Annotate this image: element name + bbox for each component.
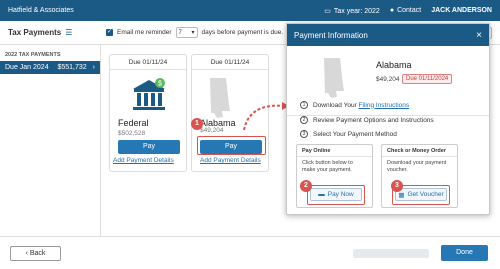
modal-amount: $49,204 — [376, 76, 400, 83]
step-text-prefix: Download Your — [313, 101, 359, 109]
alabama-map-icon — [210, 78, 230, 118]
chevron-down-icon: ▾ — [191, 30, 195, 36]
step-download-instructions: 1 Download Your Filing Instructions — [300, 101, 409, 109]
back-label: Back — [29, 250, 46, 257]
svg-text:$: $ — [158, 81, 162, 88]
email-reminder: ✓ Email me reminder 7 ▾ days before payme… — [106, 27, 283, 38]
tax-year-selector[interactable]: ▭ Tax year: 2022 — [324, 7, 380, 15]
option-description: Click button below to make your payment. — [302, 160, 353, 173]
contact-link[interactable]: ● Contact — [390, 7, 421, 14]
reminder-label: Email me reminder — [117, 29, 172, 36]
add-payment-details-alabama[interactable]: Add Payment Details — [200, 157, 261, 164]
step-number: 1 — [300, 101, 308, 109]
step-text: Review Payment Options and Instructions — [313, 116, 434, 124]
highlight-pay-alabama — [197, 136, 266, 155]
reminder-days-select[interactable]: 7 ▾ — [175, 27, 198, 38]
top-bar: Hatfield & Associates ▭ Tax year: 2022 ● C… — [0, 0, 500, 21]
step-number: 2 — [300, 116, 308, 124]
option-title: Check or Money Order — [382, 145, 457, 157]
reminder-days-value: 7 — [178, 29, 182, 36]
card-due-date: Due 01/11/24 — [192, 55, 268, 70]
alabama-map-icon — [324, 58, 344, 98]
payment-card-federal: Due 01/11/24 $ Federal $502,528 Pay — [109, 54, 187, 172]
reminder-suffix: days before payment is due. — [201, 29, 284, 36]
modal-title: Payment Information — [294, 30, 368, 40]
page-title: Tax Payments — [8, 28, 62, 37]
step-select-method: 3 Select Your Payment Method — [300, 130, 397, 138]
step-text: Download Your Filing Instructions — [313, 102, 409, 109]
sidebar-item-amount: $551,732 — [57, 64, 87, 71]
close-icon[interactable]: × — [476, 30, 482, 41]
callout-2-badge: 2 — [300, 180, 312, 192]
tax-year-label: Tax year: 2022 — [333, 7, 380, 15]
bank-icon: $ — [133, 78, 165, 110]
reminder-checkbox[interactable]: ✓ — [106, 29, 113, 36]
highlight-pay-now — [307, 185, 365, 205]
done-button[interactable]: Done — [441, 245, 488, 261]
card-amount: $49,204 — [200, 127, 224, 134]
folder-icon: ▭ — [324, 7, 331, 15]
blurred-text — [353, 249, 429, 258]
due-date-badge: Due 01/11/2024 — [402, 74, 453, 84]
firm-name: Hatfield & Associates — [8, 7, 74, 14]
sidebar-header: 2022 TAX PAYMENTS — [5, 52, 61, 58]
user-name[interactable]: JACK ANDERSON — [431, 7, 492, 14]
callout-1-badge: 1 — [191, 118, 203, 130]
filing-instructions-link[interactable]: Filing Instructions — [359, 102, 410, 109]
step-text: Select Your Payment Method — [313, 130, 397, 138]
option-title: Pay Online — [297, 145, 372, 157]
modal-state-name: Alabama — [376, 60, 412, 70]
add-payment-details-federal[interactable]: Add Payment Details — [113, 157, 174, 164]
chevron-right-icon: › — [92, 64, 95, 71]
contact-label: Contact — [397, 7, 422, 14]
callout-3-badge: 3 — [391, 180, 403, 192]
person-icon: ● — [389, 7, 395, 14]
step-review-options: 2 Review Payment Options and Instruction… — [300, 116, 434, 124]
step-number: 3 — [300, 130, 308, 138]
bottom-bar: ‹ Back Done — [0, 236, 500, 269]
back-button[interactable]: ‹ Back — [10, 246, 61, 261]
modal-header: Payment Information × — [287, 24, 489, 46]
dashed-arrow-icon — [243, 102, 289, 131]
card-due-date: Due 01/11/24 — [110, 55, 186, 70]
card-name: Federal — [118, 118, 149, 128]
sidebar-item-due-jan-2024[interactable]: Due Jan 2024 $551,732 › — [0, 61, 100, 74]
card-amount: $502,528 — [118, 130, 146, 137]
option-description: Download your payment voucher. — [387, 160, 447, 173]
sidebar: 2022 TAX PAYMENTS Due Jan 2024 $551,732 … — [0, 45, 101, 236]
pay-button-federal[interactable]: Pay — [118, 140, 180, 154]
list-icon[interactable]: ☰ — [65, 28, 72, 37]
sidebar-item-label: Due Jan 2024 — [5, 64, 49, 71]
